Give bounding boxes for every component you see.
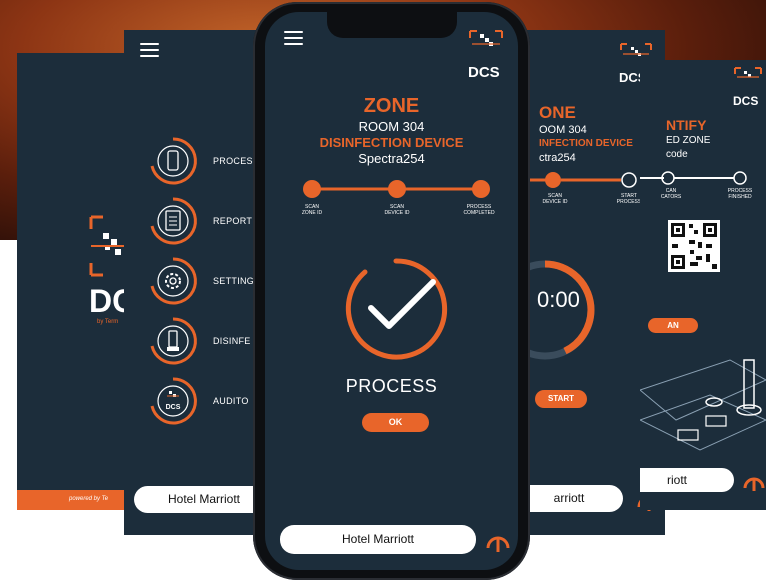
- identify-line1: ED ZONE: [666, 135, 711, 146]
- device-illustration: [640, 359, 766, 451]
- identify-line2: code: [666, 149, 688, 160]
- progress-steps: [303, 180, 490, 198]
- hamburger-menu-icon[interactable]: [284, 31, 303, 49]
- by-line: by Term: [97, 319, 119, 325]
- hotel-button[interactable]: Hotel Marriott: [134, 486, 259, 513]
- step-dot-process-completed: [472, 180, 490, 198]
- hotel-button[interactable]: arriott: [525, 485, 623, 512]
- device-name: ctra254: [539, 152, 576, 164]
- step-dot-done: [545, 172, 561, 188]
- scan-button[interactable]: AN: [648, 318, 698, 333]
- main-phone-screen: DCS ZONE ROOM 304 DISINFECTION DEVICE Sp…: [265, 12, 518, 570]
- menu-label-reports: REPORT: [213, 216, 253, 226]
- splash-screen: DC by Term powered by Te: [17, 53, 132, 510]
- checkmark-success-icon: [345, 258, 448, 360]
- step-label-scan-zone: SCAN ZONE ID: [301, 204, 323, 216]
- device-name: Spectra254: [358, 151, 425, 166]
- svg-text:DCS: DCS: [166, 404, 181, 411]
- ok-button[interactable]: OK: [362, 413, 429, 432]
- dcs-logo-mark-icon: [89, 215, 127, 277]
- footer-bar: powered by Te: [17, 490, 132, 510]
- step-label: PROCESS FINISHED: [727, 188, 753, 200]
- phone-notch: [327, 12, 457, 38]
- menu-item-auditors[interactable]: DCS: [148, 376, 198, 426]
- identify-screen: DCS NTIFY ED ZONE code CAN CATORS PROCES…: [640, 60, 766, 510]
- progress-steps: [640, 171, 747, 185]
- zone-heading: ZONE: [363, 95, 420, 117]
- room-text: ROOM 304: [358, 119, 425, 134]
- menu-screen: PROCES REPORT SETTING DISINFE DCS AUDITO…: [124, 30, 259, 535]
- device-label: INFECTION DEVICE: [539, 138, 633, 149]
- start-button[interactable]: START: [535, 390, 587, 408]
- hamburger-menu-icon[interactable]: [140, 43, 159, 61]
- status-text: PROCESS: [345, 376, 438, 396]
- step-label-process-completed: PROCESS COMPLETED: [463, 204, 495, 216]
- power-arc-icon[interactable]: [484, 526, 512, 554]
- hotel-button[interactable]: Hotel Marriott: [280, 525, 476, 554]
- menu-label-disinfection: DISINFE: [213, 336, 251, 346]
- step-dot-scan-zone: [303, 180, 321, 198]
- hotel-button[interactable]: riott: [640, 468, 734, 492]
- menu-item-disinfection[interactable]: [148, 316, 198, 366]
- step-label: SCAN DEVICE ID: [542, 193, 568, 205]
- step-label-scan-device: SCAN DEVICE ID: [384, 204, 410, 216]
- identify-heading: NTIFY: [666, 117, 707, 133]
- clipboard-icon: [150, 197, 197, 245]
- powered-by-text: powered by Te: [69, 496, 109, 502]
- timer-text: 0:00: [537, 287, 580, 312]
- sprayer-device-icon: [150, 317, 197, 365]
- menu-label-settings: SETTING: [213, 276, 255, 286]
- step-dot-scan-device: [388, 180, 406, 198]
- dcs-logo-mark-icon: [734, 67, 762, 78]
- step-dot-pending: [621, 172, 637, 188]
- logo-text: DCS: [733, 94, 759, 108]
- menu-item-settings[interactable]: [148, 256, 198, 306]
- logo-text: DCS: [468, 64, 500, 81]
- step-label: CAN CATORS: [660, 188, 682, 200]
- power-arc-icon[interactable]: [742, 468, 766, 492]
- menu-item-reports[interactable]: [148, 196, 198, 246]
- zone-heading: ONE: [539, 103, 576, 122]
- room-text: OOM 304: [539, 124, 587, 136]
- qr-code-icon: [668, 220, 720, 272]
- gear-icon: [150, 257, 197, 305]
- dcs-logo-mark-icon: [469, 30, 503, 46]
- menu-label-process: PROCES: [213, 156, 253, 166]
- phone-scan-icon: [150, 137, 197, 185]
- device-label: DISINFECTION DEVICE: [319, 135, 464, 150]
- dcs-logo-icon: DCS: [150, 377, 197, 425]
- menu-label-auditors: AUDITO: [213, 396, 249, 406]
- menu-item-process[interactable]: [148, 136, 198, 186]
